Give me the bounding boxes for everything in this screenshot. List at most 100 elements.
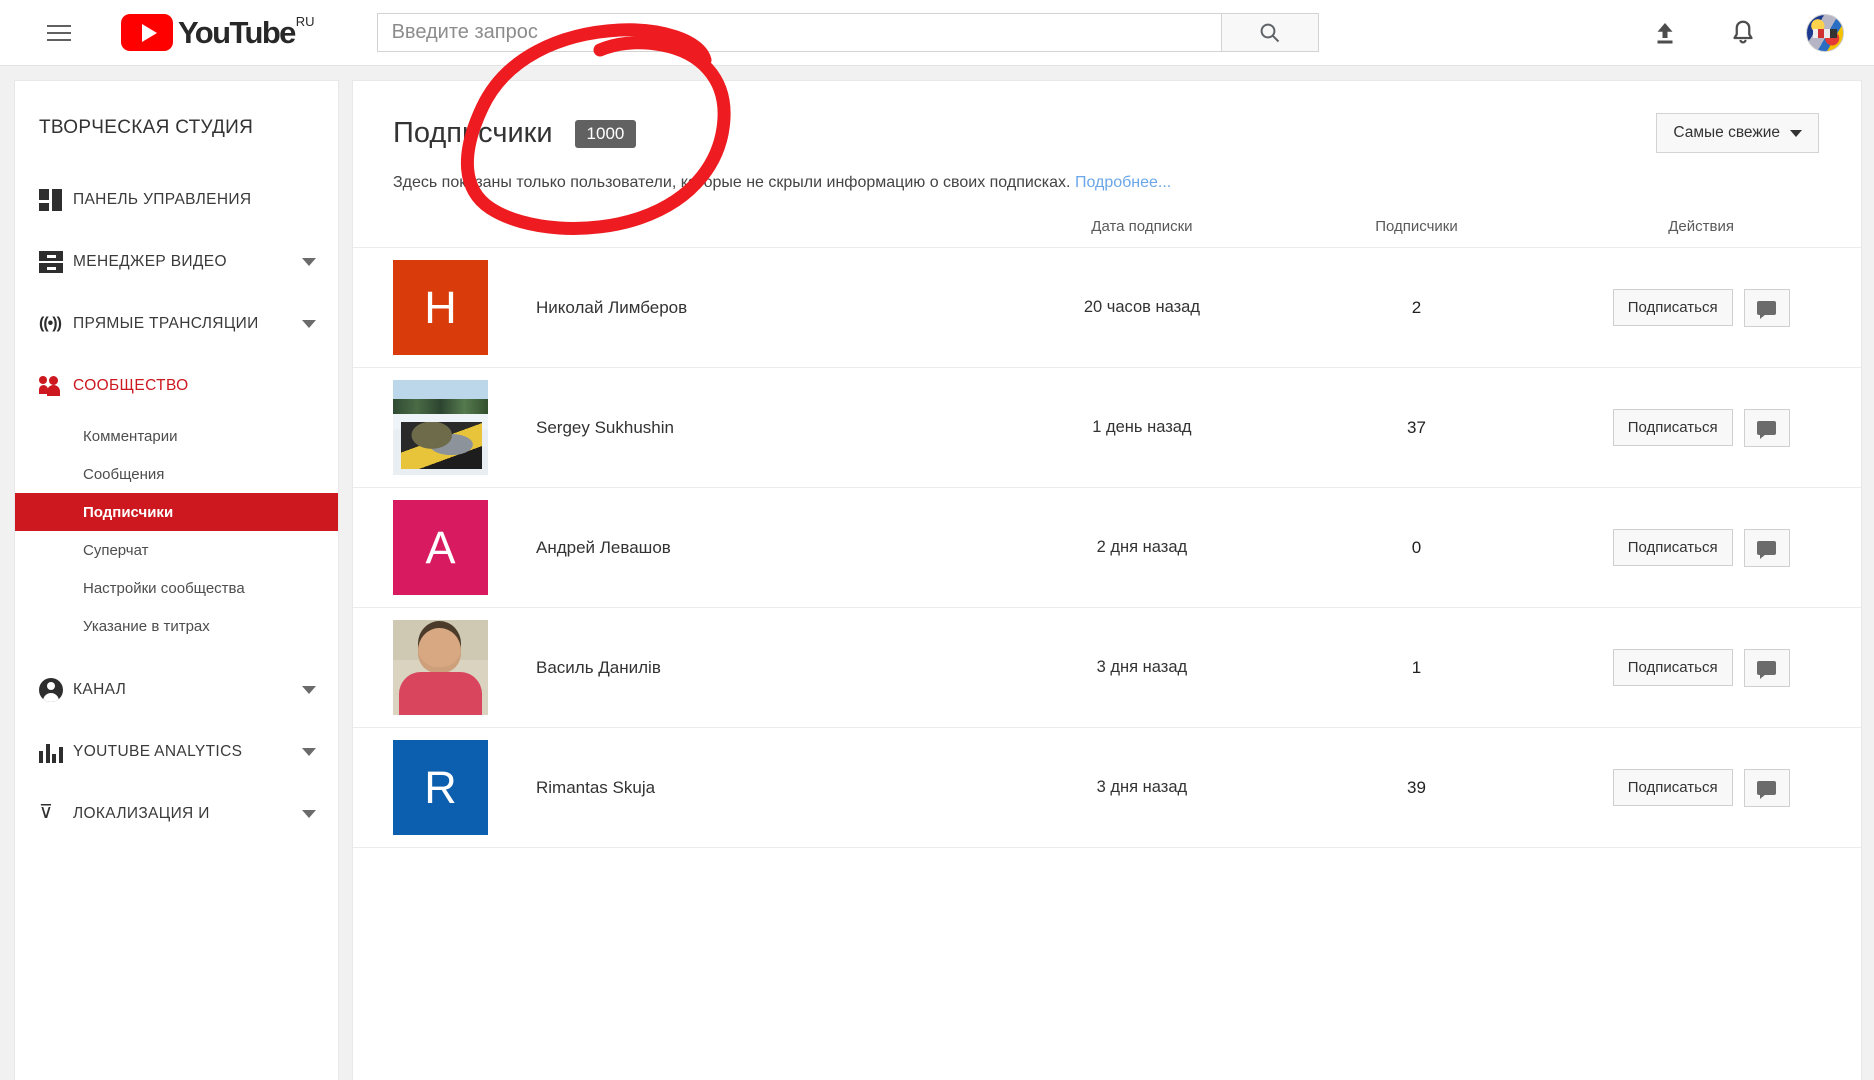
subscribe-button[interactable]: Подписаться	[1612, 289, 1733, 326]
sidebar: ТВОРЧЕСКАЯ СТУДИЯ ПАНЕЛЬ УПРАВЛЕНИЯ МЕНЕ…	[14, 80, 339, 1080]
sidebar-subitem-label: Подписчики	[83, 503, 174, 521]
row-avatar: Н	[393, 260, 488, 355]
subscriber-name[interactable]: Андрей Левашов	[536, 538, 671, 558]
main-content: Подписчики 1000 Самые свежие Здесь показ…	[352, 80, 1862, 1080]
avatar-letter: R	[424, 761, 457, 813]
subscribe-date: 3 дня назад	[992, 607, 1292, 728]
upload-button[interactable]	[1650, 18, 1680, 48]
sidebar-item-analytics[interactable]: YOUTUBE ANALYTICS	[15, 721, 338, 783]
sidebar-item-community[interactable]: СООБЩЕСТВО	[15, 355, 338, 417]
sidebar-item-video-manager[interactable]: МЕНЕДЖЕР ВИДЕО	[15, 231, 338, 293]
sidebar-item-label: СООБЩЕСТВО	[73, 377, 189, 394]
message-button[interactable]	[1743, 408, 1790, 447]
message-icon	[1757, 300, 1777, 319]
sidebar-subitem-subscribers[interactable]: Подписчики	[15, 493, 338, 531]
table-row[interactable]: А Андрей Левашов 2 дня назад 0 Подписать…	[353, 487, 1861, 608]
chevron-down-icon[interactable]	[302, 686, 316, 694]
sidebar-item-label: КАНАЛ	[73, 681, 127, 698]
sidebar-subitem-label: Указание в титрах	[83, 617, 210, 635]
message-icon	[1757, 420, 1777, 439]
sidebar-subitem-messages[interactable]: Сообщения	[15, 455, 338, 493]
page-title: Подписчики	[393, 117, 553, 149]
sidebar-subitem-community-settings[interactable]: Настройки сообщества	[15, 569, 338, 607]
avatar[interactable]	[1806, 14, 1844, 52]
chevron-down-icon[interactable]	[302, 810, 316, 818]
search-input[interactable]	[376, 13, 1222, 52]
youtube-logo-text: YouTube	[178, 15, 296, 50]
subscriber-name[interactable]: Василь Данилів	[536, 658, 661, 678]
search-button[interactable]	[1221, 13, 1319, 52]
user-cell: Sergey Sukhushin	[353, 367, 993, 488]
youtube-play-icon	[121, 14, 173, 51]
subscribe-button[interactable]: Подписаться	[1612, 769, 1733, 806]
page-subtitle: Здесь показаны только пользователи, кото…	[353, 150, 1861, 192]
search-area	[376, 13, 1319, 52]
message-button[interactable]	[1743, 768, 1790, 807]
sidebar-subitem-label: Комментарии	[83, 427, 178, 445]
sidebar-item-label: YOUTUBE ANALYTICS	[73, 743, 243, 760]
sidebar-item-channel[interactable]: КАНАЛ	[15, 659, 338, 721]
row-avatar	[393, 380, 488, 475]
page-header: Подписчики 1000 Самые свежие	[353, 81, 1861, 153]
chevron-down-icon[interactable]	[302, 320, 316, 328]
column-header-subscribers: Подписчики	[1291, 218, 1542, 248]
subscribe-button[interactable]: Подписаться	[1612, 409, 1733, 446]
learn-more-link[interactable]: Подробнее...	[1075, 174, 1171, 191]
subscribe-date: 3 дня назад	[992, 727, 1292, 848]
youtube-logo[interactable]: YouTube RU	[121, 14, 315, 51]
message-button[interactable]	[1743, 648, 1790, 687]
community-icon	[39, 376, 73, 396]
sidebar-subitem-comments[interactable]: Комментарии	[15, 417, 338, 455]
sidebar-item-label: ЛОКАЛИЗАЦИЯ И	[73, 805, 210, 822]
subscriber-count: 37	[1291, 367, 1542, 488]
user-cell: R Rimantas Skuja	[353, 727, 993, 848]
subscribe-button[interactable]: Подписаться	[1612, 649, 1733, 686]
column-header-user	[353, 218, 993, 248]
subscriber-name[interactable]: Rimantas Skuja	[536, 778, 655, 798]
sidebar-subitem-label: Суперчат	[83, 541, 149, 559]
creator-studio-title: ТВОРЧЕСКАЯ СТУДИЯ	[39, 117, 254, 138]
actions-cell: Подписаться	[1541, 727, 1861, 848]
sidebar-item-live-streaming[interactable]: ((•)) ПРЯМЫЕ ТРАНСЛЯЦИИ	[15, 293, 338, 355]
sidebar-item-dashboard[interactable]: ПАНЕЛЬ УПРАВЛЕНИЯ	[15, 169, 338, 231]
subscribe-button[interactable]: Подписаться	[1612, 529, 1733, 566]
bell-icon	[1733, 20, 1753, 44]
chevron-down-icon[interactable]	[302, 748, 316, 756]
localization-icon: ⊽	[39, 802, 53, 823]
header-actions	[1650, 0, 1844, 66]
sidebar-subitem-credits[interactable]: Указание в титрах	[15, 607, 338, 645]
table-row[interactable]: Sergey Sukhushin 1 день назад 37 Подписа…	[353, 367, 1861, 488]
table-row[interactable]: Н Николай Лимберов 20 часов назад 2 Подп…	[353, 247, 1861, 368]
masthead: YouTube RU	[0, 0, 1874, 66]
chevron-down-icon[interactable]	[302, 258, 316, 266]
chevron-down-icon	[1790, 129, 1802, 137]
page-subtitle-text: Здесь показаны только пользователи, кото…	[393, 174, 1071, 191]
sidebar-subitem-superchat[interactable]: Суперчат	[15, 531, 338, 569]
user-cell: Василь Данилів	[353, 607, 993, 728]
avatar-letter: Н	[424, 281, 457, 333]
message-button[interactable]	[1743, 528, 1790, 567]
row-avatar	[393, 620, 488, 715]
sidebar-item-label: ПАНЕЛЬ УПРАВЛЕНИЯ	[73, 191, 252, 208]
message-icon	[1757, 780, 1777, 799]
message-button[interactable]	[1743, 288, 1790, 327]
subscribers-table: Дата подписки Подписчики Действия Н Нико…	[353, 218, 1861, 848]
video-manager-icon	[39, 250, 73, 274]
sidebar-item-localization[interactable]: ⊽ ЛОКАЛИЗАЦИЯ И	[15, 783, 338, 845]
subscriber-count: 0	[1291, 487, 1542, 608]
table-row[interactable]: Василь Данилів 3 дня назад 1 Подписаться	[353, 607, 1861, 728]
user-cell: Н Николай Лимберов	[353, 247, 993, 368]
subscribe-date: 20 часов назад	[992, 247, 1292, 368]
message-icon	[1757, 660, 1777, 679]
dashboard-icon	[39, 188, 73, 212]
subscribe-date: 2 дня назад	[992, 487, 1292, 608]
table-row[interactable]: R Rimantas Skuja 3 дня назад 39 Подписат…	[353, 727, 1861, 848]
subscriber-name[interactable]: Николай Лимберов	[536, 298, 687, 318]
upload-icon	[1657, 23, 1673, 44]
notifications-button[interactable]	[1728, 18, 1758, 48]
subscriber-count-badge: 1000	[574, 119, 637, 148]
sort-dropdown[interactable]: Самые свежие	[1656, 113, 1819, 153]
actions-cell: Подписаться	[1541, 367, 1861, 488]
subscriber-name[interactable]: Sergey Sukhushin	[536, 418, 674, 438]
hamburger-menu-icon[interactable]	[47, 18, 77, 48]
